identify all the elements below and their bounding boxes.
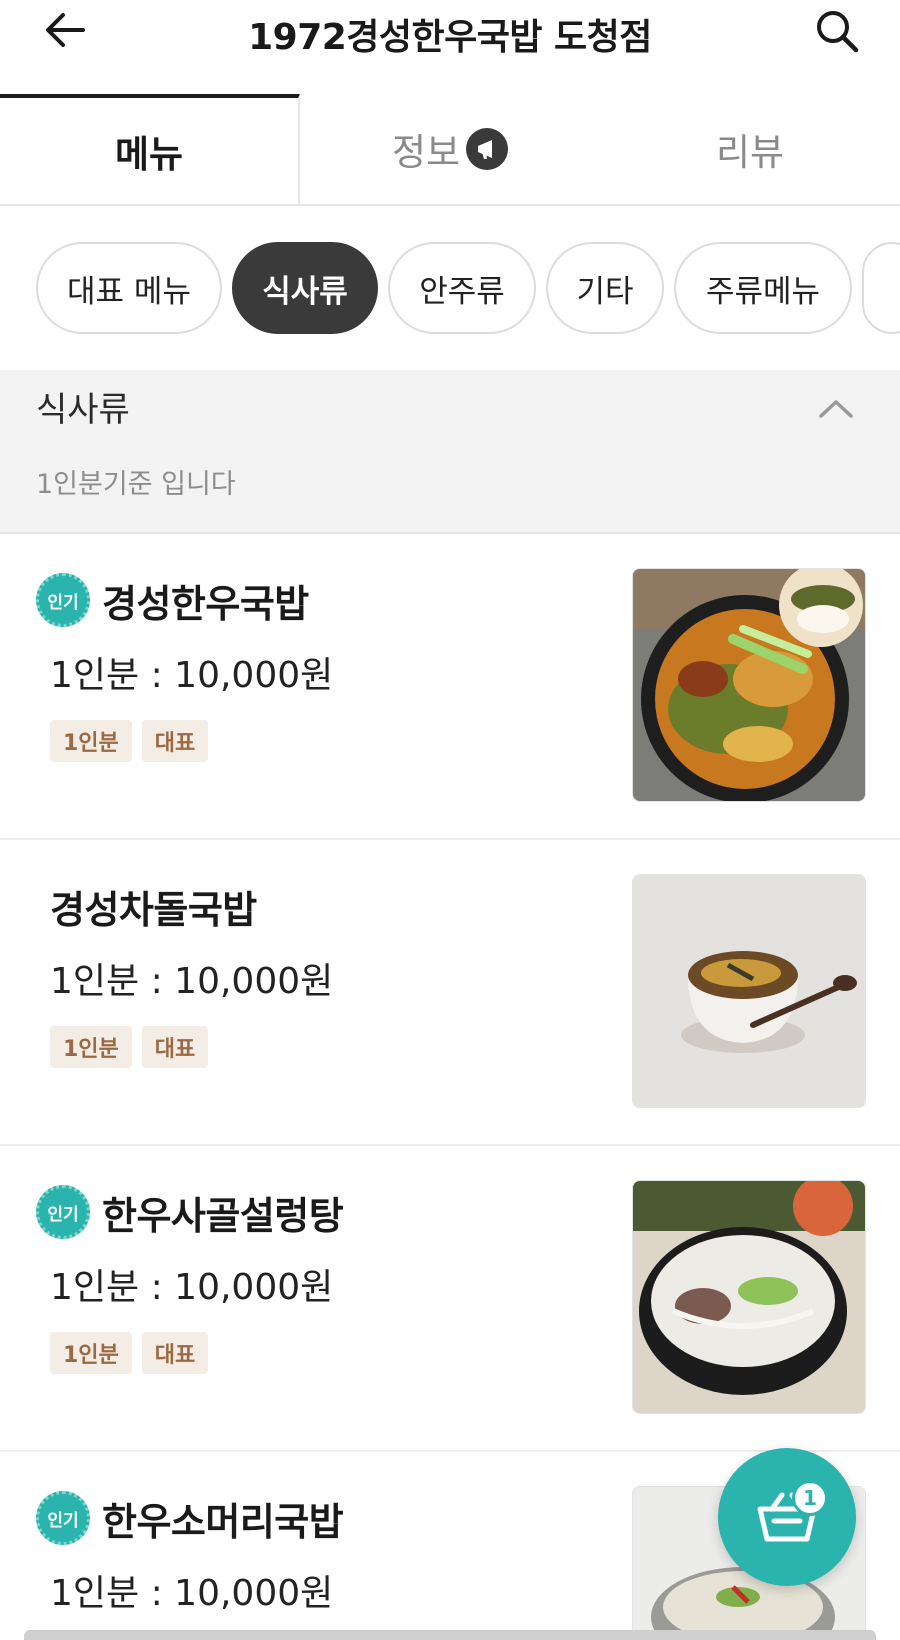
chip-label: 안주류 [419,273,505,310]
chip-others[interactable]: 기타 [546,242,664,334]
section-title: 식사류 [36,390,130,430]
menu-item[interactable]: 인기 한우사골설렁탕 1인분 : 10,000원 1인분 대표 [0,1146,900,1452]
collapse-toggle[interactable] [812,388,860,428]
tag-serving: 1인분 [50,1332,132,1374]
tag-signature: 대표 [141,1332,209,1374]
item-price: 1인분 : 10,000원 [50,655,334,696]
popular-badge: 인기 [36,1491,90,1545]
item-price: 1인분 : 10,000원 [50,1267,334,1308]
chip-signature-menu[interactable]: 대표 메뉴 [36,242,222,334]
tag-serving: 1인분 [50,720,132,762]
chip-side-dishes[interactable]: 안주류 [388,242,536,334]
tag-signature: 대표 [141,720,209,762]
menu-item[interactable]: 인기 경성한우국밥 1인분 : 10,000원 1인분 대표 [0,534,900,840]
item-name-row: 인기 한우소머리국밥 [36,1490,344,1546]
chip-meals[interactable]: 식사류 [232,242,378,334]
popular-badge: 인기 [36,1185,90,1239]
cart-count-badge: 1 [792,1480,828,1516]
item-tags: 1인분 대표 [50,1332,218,1374]
chevron-up-icon [819,400,853,418]
item-name-row: 인기 경성한우국밥 [36,572,309,628]
popular-badge: 인기 [36,573,90,627]
spicy-beef-soup-photo [632,568,866,802]
tag-serving: 1인분 [50,1026,132,1068]
brisket-soup-bowl-photo [632,874,866,1108]
megaphone-icon [466,128,509,170]
item-tags: 1인분 대표 [50,1026,218,1068]
item-tags: 1인분 대표 [50,720,218,762]
tab-reviews-label: 리뷰 [715,131,785,174]
tab-info[interactable]: 정보 [300,94,600,204]
category-chips: 대표 메뉴 식사류 안주류 기타 주류메뉴 [36,242,900,336]
item-name: 한우소머리국밥 [102,1499,344,1544]
item-name-row: 인기 한우사골설렁탕 [36,1184,344,1240]
store-title: 1972경성한우국밥 도청점 [248,17,652,58]
tag-signature: 대표 [141,1026,209,1068]
tab-info-label: 정보 [391,131,461,174]
store-tabs: 메뉴 정보 리뷰 [0,94,900,206]
tab-reviews[interactable]: 리뷰 [600,94,900,204]
chip-more[interactable] [862,242,900,334]
tab-menu[interactable]: 메뉴 [0,94,300,204]
item-name: 경성차돌국밥 [50,887,257,932]
section-subtitle: 1인분기준 입니다 [36,469,236,500]
chip-label: 대표 메뉴 [67,273,191,310]
menu-item[interactable]: 경성차돌국밥 1인분 : 10,000원 1인분 대표 [0,840,900,1146]
app-header: 1972경성한우국밥 도청점 [0,0,900,62]
cart-button[interactable]: 1 [718,1448,856,1586]
chip-drinks[interactable]: 주류메뉴 [674,242,852,334]
item-name: 경성한우국밥 [102,581,309,626]
chip-label: 식사류 [262,273,348,310]
search-icon [817,11,859,53]
item-name-row: 경성차돌국밥 [36,878,257,934]
chip-label: 기타 [576,273,634,310]
bone-broth-soup-photo [632,1180,866,1414]
chip-label: 주류메뉴 [705,273,821,310]
item-price: 1인분 : 10,000원 [50,1573,334,1614]
item-price: 1인분 : 10,000원 [50,961,334,1002]
search-button[interactable] [810,6,864,56]
item-name: 한우사골설렁탕 [102,1193,344,1238]
category-section-header: 식사류 1인분기준 입니다 [0,370,900,534]
tab-menu-label: 메뉴 [114,133,184,176]
bottom-sheet-handle[interactable] [24,1630,876,1640]
